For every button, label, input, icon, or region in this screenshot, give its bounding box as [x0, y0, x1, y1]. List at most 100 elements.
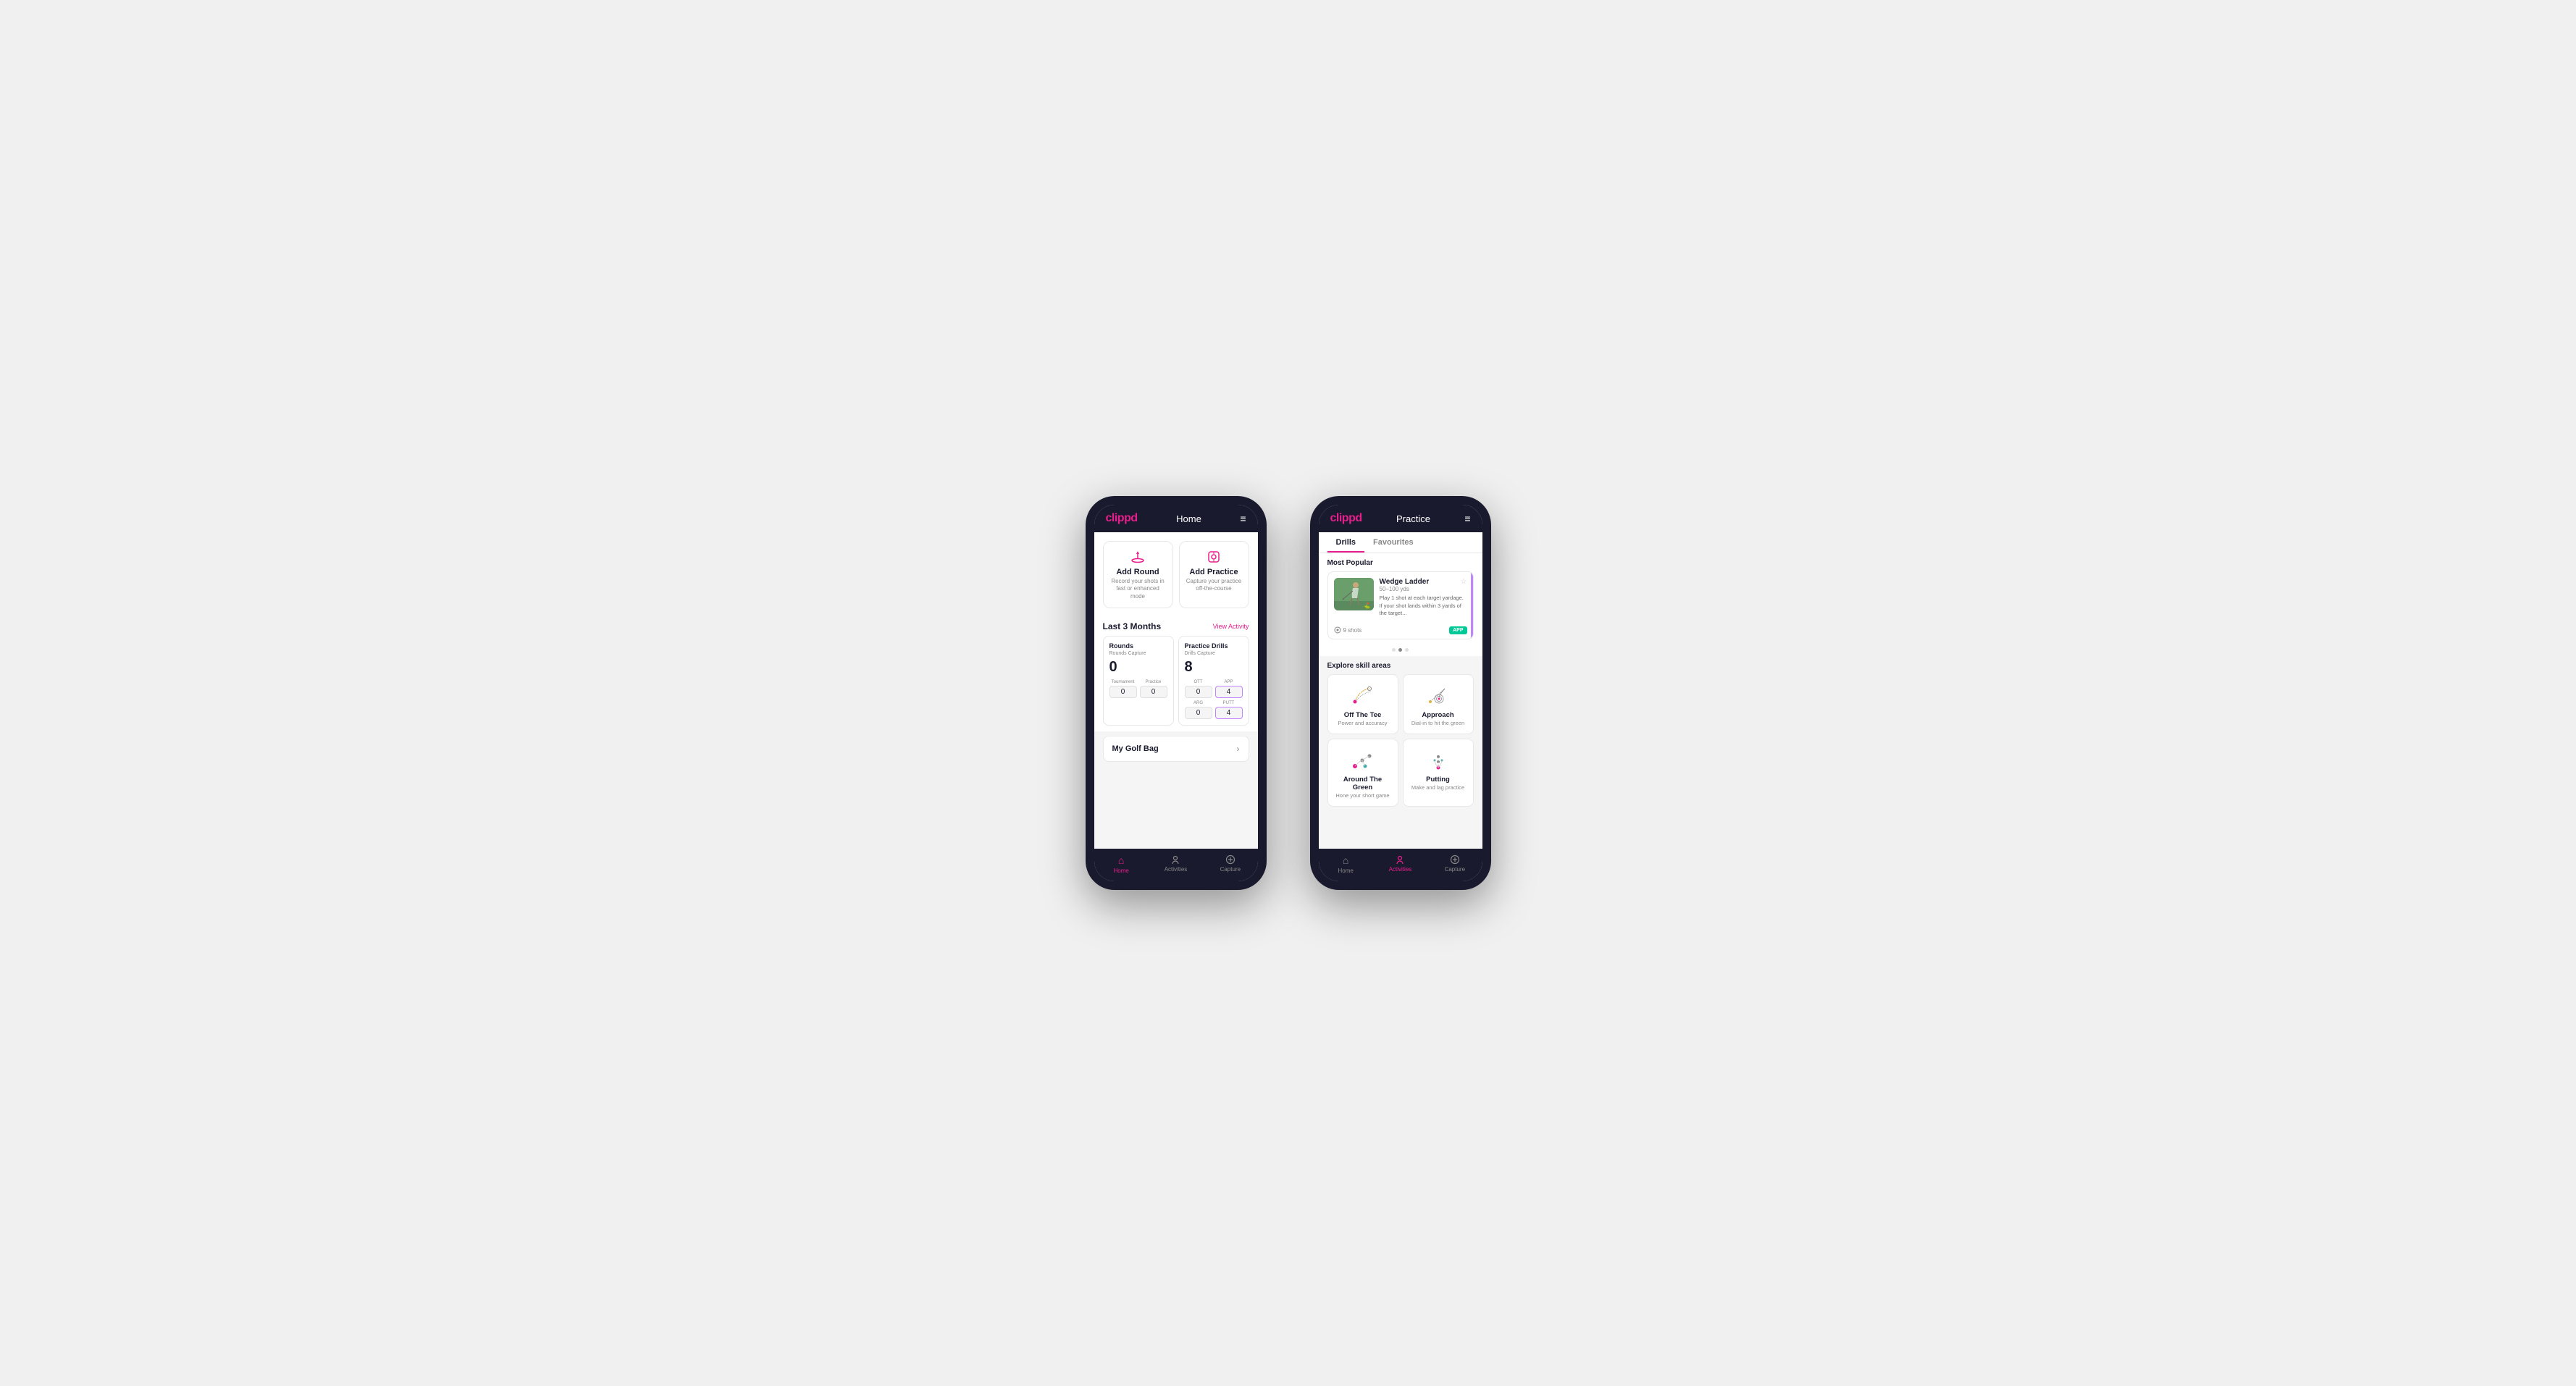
- drills-title: Practice Drills: [1185, 642, 1243, 650]
- popular-card-desc: Play 1 shot at each target yardage. If y…: [1380, 595, 1467, 618]
- capture-nav-icon: [1225, 854, 1235, 865]
- explore-title: Explore skill areas: [1327, 662, 1474, 670]
- skill-putting[interactable]: Putting Make and lag practice: [1403, 739, 1474, 807]
- add-practice-title: Add Practice: [1189, 568, 1238, 576]
- practice-bottom-nav: ⌂ Home Activities: [1319, 849, 1482, 881]
- add-round-title: Add Round: [1116, 568, 1159, 576]
- putting-icon: [1424, 747, 1453, 773]
- phone-practice: clippd Practice ≡ Drills Favourites Most…: [1310, 496, 1491, 890]
- practice-activities-nav-icon: [1395, 854, 1405, 865]
- rounds-title: Rounds: [1109, 642, 1167, 650]
- activities-nav-label: Activities: [1165, 866, 1188, 873]
- popular-info-header: Wedge Ladder ☆: [1380, 578, 1467, 586]
- drills-capture-label: Drills Capture: [1185, 651, 1243, 656]
- around-the-green-icon: [1348, 747, 1377, 773]
- practice-home-nav-label: Home: [1338, 868, 1353, 874]
- practice-menu-icon[interactable]: ≡: [1464, 513, 1470, 524]
- ott-value: 0: [1185, 686, 1212, 698]
- approach-icon: [1424, 682, 1453, 708]
- add-round-desc: Record your shots in fast or enhanced mo…: [1109, 578, 1167, 600]
- explore-section: Explore skill areas: [1319, 656, 1482, 812]
- off-the-tee-icon: [1348, 682, 1377, 708]
- skill-off-the-tee[interactable]: Off The Tee Power and accuracy: [1327, 674, 1398, 734]
- practice-logo: clippd: [1330, 512, 1362, 525]
- phone-home-screen: clippd Home ≡ Add Round Record your: [1094, 505, 1258, 881]
- view-activity-link[interactable]: View Activity: [1213, 623, 1249, 630]
- popular-card-image: [1334, 578, 1374, 610]
- popular-card-title: Wedge Ladder: [1380, 578, 1430, 586]
- putting-title: Putting: [1426, 776, 1450, 784]
- nav-activities[interactable]: Activities: [1149, 854, 1203, 874]
- putt-cell: PUTT 4: [1215, 701, 1243, 719]
- practice-rounds-label: Practice: [1146, 680, 1162, 684]
- app-cell: APP 4: [1215, 680, 1243, 698]
- drills-box: Practice Drills Drills Capture 8 OTT 0 A…: [1178, 636, 1249, 726]
- tournament-label: Tournament: [1112, 680, 1135, 684]
- golf-bag-arrow-icon: ›: [1237, 744, 1240, 754]
- add-practice-card[interactable]: Add Practice Capture your practice off-t…: [1179, 541, 1249, 608]
- nav-capture[interactable]: Capture: [1203, 854, 1257, 874]
- putting-desc: Make and lag practice: [1411, 784, 1464, 791]
- rounds-total: 0: [1109, 659, 1167, 676]
- practice-rounds-value: 0: [1140, 686, 1167, 698]
- golf-bag-label: My Golf Bag: [1112, 744, 1159, 753]
- arg-value: 0: [1185, 707, 1212, 719]
- add-practice-desc: Capture your practice off-the-course: [1186, 578, 1243, 593]
- action-cards-container: Add Round Record your shots in fast or e…: [1094, 532, 1258, 614]
- nav-home[interactable]: ⌂ Home: [1094, 854, 1149, 874]
- practice-nav-home[interactable]: ⌂ Home: [1319, 854, 1373, 874]
- phone-practice-screen: clippd Practice ≡ Drills Favourites Most…: [1319, 505, 1482, 881]
- home-logo: clippd: [1106, 512, 1138, 525]
- popular-card-footer: 9 shots APP: [1328, 623, 1473, 639]
- add-round-card[interactable]: Add Round Record your shots in fast or e…: [1103, 541, 1173, 608]
- popular-card-accent-bar: [1471, 572, 1473, 639]
- home-content: Add Round Record your shots in fast or e…: [1094, 532, 1258, 849]
- arg-label: ARG: [1193, 701, 1203, 705]
- tab-favourites[interactable]: Favourites: [1364, 532, 1422, 553]
- practice-activities-nav-label: Activities: [1389, 866, 1412, 873]
- add-practice-icon: [1206, 549, 1222, 565]
- golf-bag-button[interactable]: My Golf Bag ›: [1103, 736, 1249, 762]
- practice-content: Most Popular: [1319, 553, 1482, 849]
- drills-row2: ARG 0 PUTT 4: [1185, 701, 1243, 719]
- popular-card-info: Wedge Ladder ☆ 50–100 yds Play 1 shot at…: [1380, 578, 1467, 618]
- home-menu-icon[interactable]: ≡: [1240, 513, 1246, 524]
- tournament-cell: Tournament 0: [1109, 680, 1137, 698]
- tournament-value: 0: [1109, 686, 1137, 698]
- ott-cell: OTT 0: [1185, 680, 1212, 698]
- last3months-header: Last 3 Months View Activity: [1094, 614, 1258, 636]
- practice-header: clippd Practice ≡: [1319, 505, 1482, 532]
- practice-rounds-cell: Practice 0: [1140, 680, 1167, 698]
- app-label: APP: [1224, 680, 1233, 684]
- shots-icon: [1334, 626, 1341, 634]
- rounds-capture-label: Rounds Capture: [1109, 651, 1167, 656]
- skill-approach[interactable]: Approach Dial-in to hit the green: [1403, 674, 1474, 734]
- dot-3: [1405, 648, 1409, 652]
- off-the-tee-title: Off The Tee: [1344, 711, 1382, 719]
- home-title: Home: [1176, 513, 1201, 524]
- around-the-green-desc: Hone your short game: [1335, 792, 1389, 799]
- rounds-box: Rounds Rounds Capture 0 Tournament 0 Pra…: [1103, 636, 1174, 726]
- practice-nav-activities[interactable]: Activities: [1373, 854, 1427, 874]
- popular-card-image-inner: [1334, 578, 1374, 610]
- tab-drills[interactable]: Drills: [1327, 532, 1365, 553]
- carousel-dots: [1319, 645, 1482, 656]
- most-popular-section: Most Popular: [1319, 553, 1482, 645]
- ott-label: OTT: [1194, 680, 1203, 684]
- skill-grid: Off The Tee Power and accuracy: [1327, 674, 1474, 807]
- drills-total: 8: [1185, 659, 1243, 676]
- rounds-rows: Tournament 0 Practice 0: [1109, 680, 1167, 698]
- popular-card-star: ☆: [1461, 578, 1467, 586]
- practice-capture-nav-label: Capture: [1445, 866, 1465, 873]
- practice-nav-capture[interactable]: Capture: [1427, 854, 1482, 874]
- activities-nav-icon: [1170, 854, 1180, 865]
- home-bottom-nav: ⌂ Home Activities: [1094, 849, 1258, 881]
- around-the-green-title: Around The Green: [1334, 776, 1392, 791]
- approach-title: Approach: [1422, 711, 1453, 719]
- off-the-tee-desc: Power and accuracy: [1338, 720, 1388, 726]
- skill-around-the-green[interactable]: Around The Green Hone your short game: [1327, 739, 1398, 807]
- popular-card[interactable]: Wedge Ladder ☆ 50–100 yds Play 1 shot at…: [1327, 571, 1474, 639]
- popular-card-inner: Wedge Ladder ☆ 50–100 yds Play 1 shot at…: [1328, 572, 1473, 623]
- phone-home: clippd Home ≡ Add Round Record your: [1086, 496, 1267, 890]
- putt-label: PUTT: [1223, 701, 1235, 705]
